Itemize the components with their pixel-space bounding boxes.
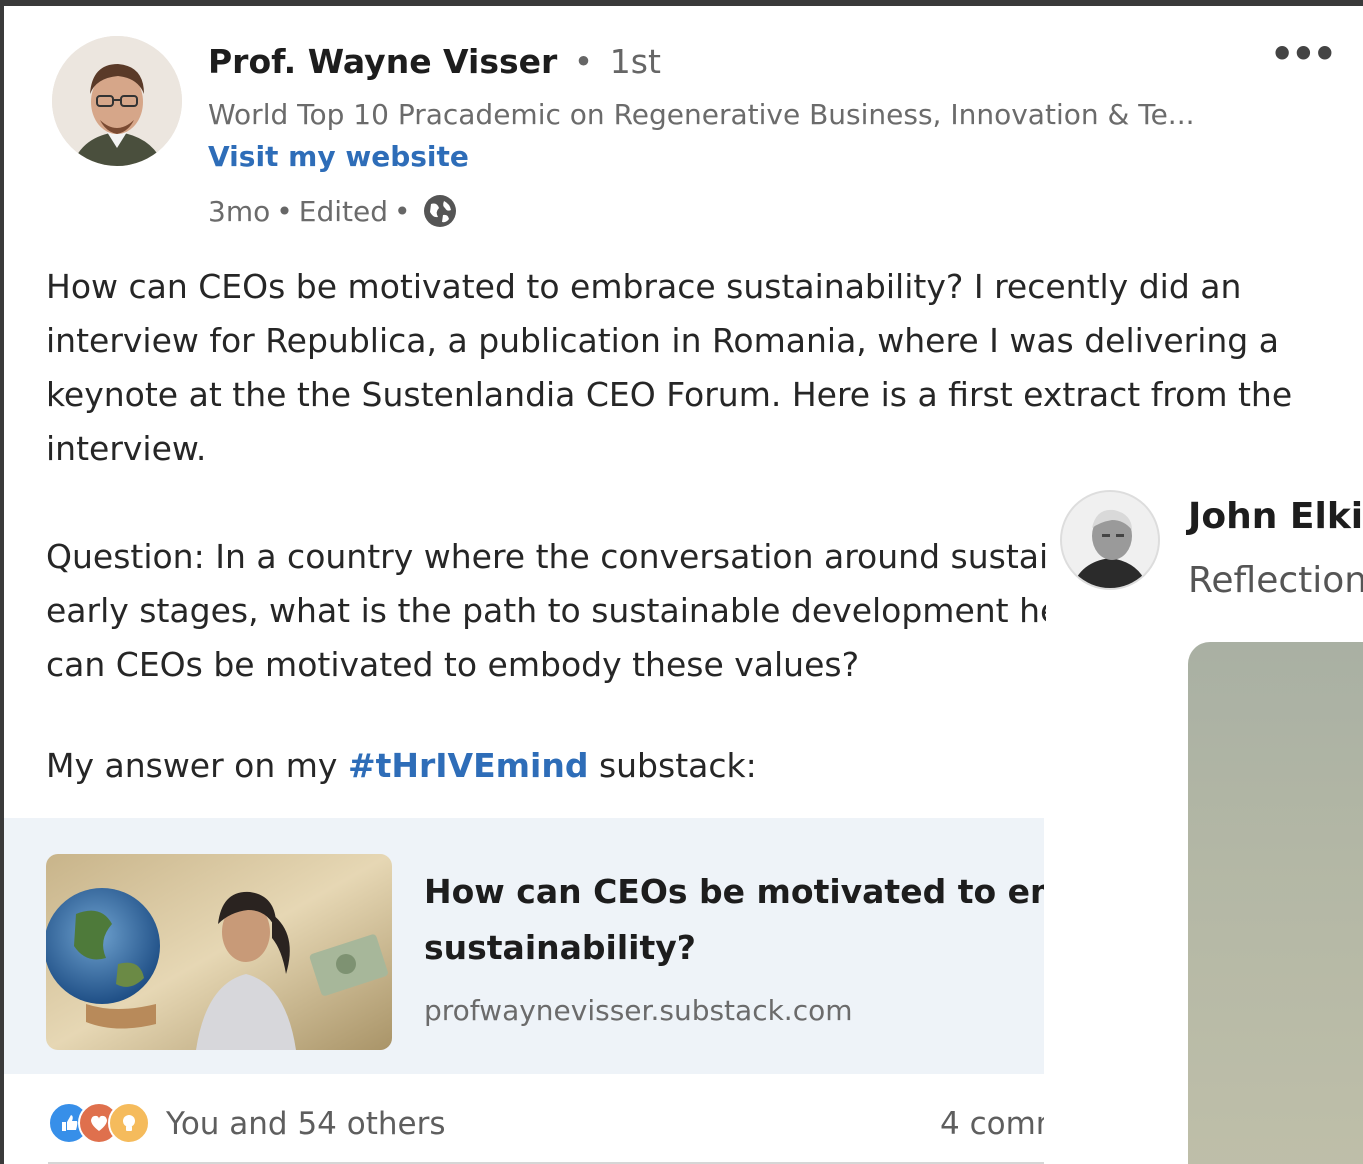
globe-icon — [421, 192, 459, 230]
answer-prefix: My answer on my — [46, 746, 338, 785]
author-avatar[interactable] — [52, 36, 182, 166]
visit-website-link[interactable]: Visit my website — [208, 140, 469, 173]
article-link-card[interactable]: How can CEOs be motivated to embrace sus… — [4, 818, 1044, 1074]
hashtag-link[interactable]: #tHrIVEmind — [348, 746, 589, 785]
author-name[interactable]: Prof. Wayne Visser — [208, 42, 557, 81]
post-answer-line: My answer on my #tHrIVEmind substack: — [46, 746, 757, 785]
author-name-row: Prof. Wayne Visser • 1st — [208, 42, 661, 81]
more-options-button[interactable]: ••• — [1270, 32, 1337, 76]
post-body-paragraph-1: How can CEOs be motivated to embrace sus… — [46, 267, 1293, 468]
meta-separator: • — [276, 194, 293, 228]
meta-separator: • — [393, 194, 411, 228]
next-post-media[interactable] — [1188, 642, 1363, 1164]
post-viewport: Prof. Wayne Visser • 1st World Top 10 Pr… — [4, 6, 1363, 1164]
article-thumbnail[interactable] — [46, 854, 392, 1050]
article-title[interactable]: How can CEOs be motivated to embrace sus… — [424, 864, 1044, 976]
post-body-paragraph-2-container: Question: In a country where the convers… — [46, 530, 1046, 700]
comments-count[interactable]: 4 comments — [940, 1106, 1044, 1142]
author-headline: World Top 10 Pracademic on Regenerative … — [208, 98, 1195, 131]
answer-suffix: substack: — [598, 746, 757, 785]
next-post-author-name[interactable]: John Elkington — [1188, 496, 1363, 537]
insightful-icon — [108, 1102, 150, 1144]
post-body-paragraph-2: Question: In a country where the convers… — [46, 537, 1046, 684]
next-post-avatar[interactable] — [1060, 490, 1160, 590]
connection-degree: 1st — [609, 42, 661, 81]
post-age: 3mo — [208, 194, 271, 228]
next-post-subtitle: Reflections — [1188, 560, 1363, 601]
reactions-count[interactable]: You and 54 others — [166, 1106, 446, 1142]
social-counts-bar: You and 54 others 4 comments — [4, 1074, 1044, 1164]
edited-label: Edited — [298, 194, 388, 228]
name-separator: • — [573, 42, 594, 81]
post-meta: 3mo • Edited • — [208, 192, 459, 230]
article-domain: profwaynevisser.substack.com — [424, 994, 853, 1027]
reaction-icons[interactable] — [48, 1102, 158, 1144]
